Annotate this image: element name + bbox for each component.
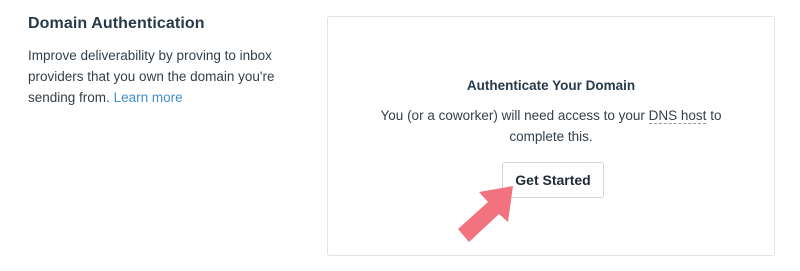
card-text: You (or a coworker) will need access to … xyxy=(358,105,744,147)
card-text-before: You (or a coworker) will need access to … xyxy=(380,108,649,123)
section-description: Improve deliverability by proving to inb… xyxy=(28,45,318,108)
learn-more-link[interactable]: Learn more xyxy=(114,90,183,105)
dns-host-term[interactable]: DNS host xyxy=(648,108,707,124)
arrow-pointer-icon xyxy=(458,186,513,242)
authenticate-card: Authenticate Your Domain You (or a cowor… xyxy=(327,16,775,256)
section-title: Domain Authentication xyxy=(28,15,205,32)
card-title: Authenticate Your Domain xyxy=(466,78,636,93)
